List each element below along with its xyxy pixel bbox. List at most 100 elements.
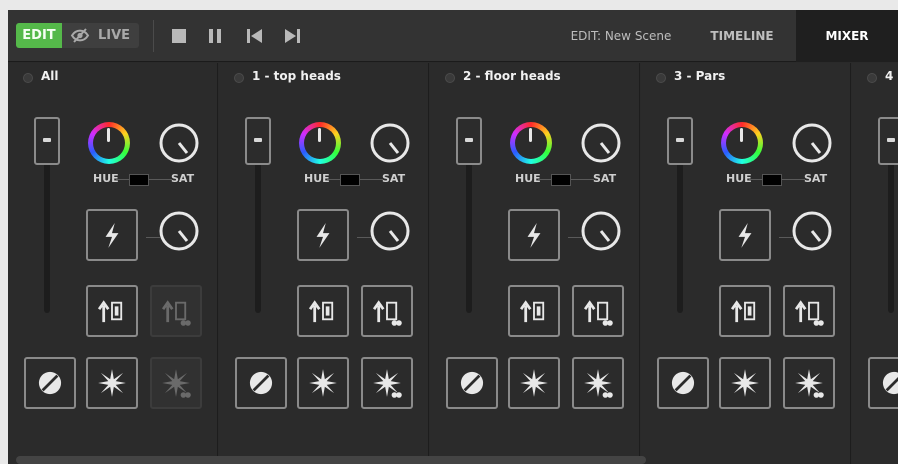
channel-strip: 3 - Pars HUE SAT	[641, 63, 851, 464]
burst-link-button[interactable]	[783, 357, 835, 409]
burst-link-button[interactable]	[150, 357, 202, 409]
channel-select-radio[interactable]	[445, 73, 455, 83]
hue-knob[interactable]	[721, 122, 763, 164]
lamp-up-icon	[519, 300, 545, 323]
skip-back-icon[interactable]	[245, 27, 263, 45]
saturation-knob[interactable]	[369, 122, 411, 164]
dimmer-fader-handle[interactable]	[667, 117, 693, 165]
channel-header: All	[8, 63, 217, 91]
burst-button[interactable]	[297, 357, 349, 409]
saturation-knob[interactable]	[158, 122, 200, 164]
burst-button[interactable]	[508, 357, 560, 409]
burst-button[interactable]	[719, 357, 771, 409]
lamp-up-link-icon	[372, 300, 402, 326]
pause-icon[interactable]	[206, 27, 224, 45]
top-bar: EDIT LIVE EDIT: New Scene TIMELINE MIXER	[8, 10, 898, 62]
channel-name: 1 - top heads	[252, 69, 341, 83]
burst-icon	[520, 369, 548, 397]
fixture-up-link-button[interactable]	[783, 285, 835, 337]
dimmer-fader-handle[interactable]	[456, 117, 482, 165]
hue-knob[interactable]	[299, 122, 341, 164]
dimmer-fader-handle[interactable]	[34, 117, 60, 165]
channel-name: All	[41, 69, 59, 83]
tab-mixer[interactable]: MIXER	[796, 10, 898, 62]
color-swatch	[340, 174, 360, 186]
sat-label: SAT	[804, 172, 828, 185]
toolbar-divider	[153, 20, 154, 52]
channel-header: 3 - Pars	[641, 63, 850, 91]
saturation-knob[interactable]	[580, 122, 622, 164]
tab-timeline[interactable]: TIMELINE	[692, 10, 792, 62]
lamp-up-link-icon	[794, 300, 824, 326]
color-swatch	[551, 174, 571, 186]
channel-select-radio[interactable]	[656, 73, 666, 83]
strobe-button[interactable]	[719, 209, 771, 261]
mute-button[interactable]	[446, 357, 498, 409]
burst-button[interactable]	[86, 357, 138, 409]
sat-label: SAT	[382, 172, 406, 185]
horizontal-scrollbar[interactable]	[16, 456, 646, 464]
live-label: LIVE	[98, 28, 131, 43]
fixture-up-link-button[interactable]	[150, 285, 202, 337]
channel-select-radio[interactable]	[867, 73, 877, 83]
channel-header: 1 - top heads	[219, 63, 428, 91]
fixture-up-button[interactable]	[719, 285, 771, 337]
lamp-up-link-icon	[161, 300, 191, 326]
channel-name: 3 - Pars	[674, 69, 726, 83]
lamp-up-link-icon	[583, 300, 613, 326]
strobe-button[interactable]	[508, 209, 560, 261]
hue-knob[interactable]	[510, 122, 552, 164]
color-swatch	[762, 174, 782, 186]
lightning-icon	[527, 223, 541, 248]
mute-button[interactable]	[24, 357, 76, 409]
strobe-rate-knob[interactable]	[158, 210, 200, 252]
channel-strip: 4	[852, 63, 898, 464]
burst-link-icon	[584, 369, 613, 398]
stop-icon[interactable]	[170, 27, 188, 45]
fixture-up-button[interactable]	[508, 285, 560, 337]
fixture-up-link-button[interactable]	[572, 285, 624, 337]
lightning-icon	[738, 223, 752, 248]
live-mode-button[interactable]: LIVE	[62, 23, 139, 48]
dimmer-fader-handle[interactable]	[878, 117, 898, 165]
channel-name: 2 - floor heads	[463, 69, 561, 83]
skip-forward-icon[interactable]	[284, 27, 302, 45]
burst-icon	[98, 369, 126, 397]
hue-knob[interactable]	[88, 122, 130, 164]
channel-select-radio[interactable]	[234, 73, 244, 83]
hue-label: HUE	[93, 172, 119, 185]
fixture-up-button[interactable]	[297, 285, 349, 337]
strobe-rate-knob[interactable]	[580, 210, 622, 252]
channel-select-radio[interactable]	[23, 73, 33, 83]
color-swatch	[129, 174, 149, 186]
strobe-rate-knob[interactable]	[791, 210, 833, 252]
mute-icon	[249, 371, 273, 395]
dimmer-fader-handle[interactable]	[245, 117, 271, 165]
mute-button[interactable]	[657, 357, 709, 409]
mute-icon	[882, 371, 898, 395]
burst-icon	[309, 369, 337, 397]
strobe-button[interactable]	[86, 209, 138, 261]
mute-button[interactable]	[868, 357, 898, 409]
burst-link-button[interactable]	[361, 357, 413, 409]
mute-icon	[38, 371, 62, 395]
strobe-button[interactable]	[297, 209, 349, 261]
fixture-up-button[interactable]	[86, 285, 138, 337]
lamp-up-icon	[730, 300, 756, 323]
mute-button[interactable]	[235, 357, 287, 409]
mute-icon	[460, 371, 484, 395]
hue-label: HUE	[726, 172, 752, 185]
mute-icon	[671, 371, 695, 395]
burst-link-button[interactable]	[572, 357, 624, 409]
burst-icon	[731, 369, 759, 397]
strobe-rate-knob[interactable]	[369, 210, 411, 252]
edit-mode-button[interactable]: EDIT	[16, 23, 62, 48]
channel-header: 4	[852, 63, 898, 91]
mixer-app: EDIT LIVE EDIT: New Scene TIMELINE MIXER	[8, 10, 898, 464]
burst-link-icon	[795, 369, 824, 398]
channel-name: 4	[885, 69, 894, 83]
fixture-up-link-button[interactable]	[361, 285, 413, 337]
saturation-knob[interactable]	[791, 122, 833, 164]
tab-edit-scene[interactable]: EDIT: New Scene	[556, 10, 686, 62]
eye-off-icon	[70, 28, 90, 43]
